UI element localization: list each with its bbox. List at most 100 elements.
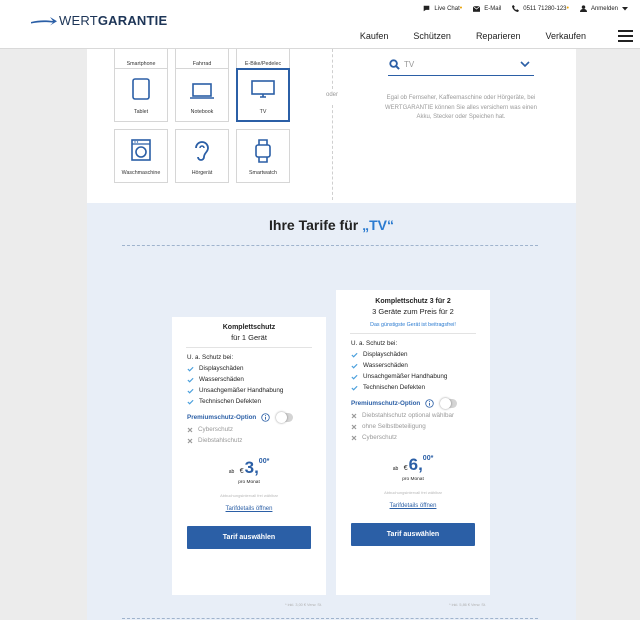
premium-label: Premiumschutz-Option [187,414,257,421]
nav-schuetzen[interactable]: Schützen [413,31,451,41]
device-card-hoergeraet[interactable]: Hörgerät [175,129,229,183]
select-tariff-button[interactable]: Tarif auswählen [187,526,311,549]
check-icon [351,385,358,391]
device-label: Smartphone [126,61,156,67]
check-icon [187,377,194,383]
cross-icon [351,424,357,429]
chat-icon [424,5,430,12]
search-hint: Egal ob Fernseher, Kaffeemaschine oder H… [385,95,537,120]
extra-item: Cyberschutz [351,434,490,441]
main-nav: Kaufen Schützen Reparieren Verkaufen [335,31,586,41]
extra-item: Diebstahlschutz optional wählbar [351,412,490,419]
device-card-notebook[interactable]: Notebook [175,68,229,122]
premium-toggle[interactable] [276,412,294,423]
tariff-subtitle: 3 Geräte zum Preis für 2 [372,307,454,316]
cross-icon [351,413,357,418]
footnote: * inkl. 5,86 € Verw. St. [449,603,486,607]
premium-toggle[interactable] [440,398,458,409]
device-label: Waschmaschine [121,170,161,176]
device-search-field[interactable] [388,55,534,76]
divider [186,347,312,348]
cross-icon [351,435,357,440]
tariff-card-komplettschutz: Komplettschutz für 1 Gerät U. a. Schutz … [172,317,326,607]
mail-icon [473,5,481,12]
device-label: E-Bike/Pedelec [244,61,282,67]
device-card-tv[interactable]: TV [236,68,290,122]
wertgarantie-logo[interactable]: WERTGARANTIE [31,13,167,28]
or-separator: oder [320,92,344,98]
device-card-smartwatch[interactable]: Smartwatch [236,129,290,183]
section-divider-bottom [122,618,538,619]
tv-icon [251,80,275,98]
scope-label: U. a. Schutz bei: [351,340,398,347]
info-icon[interactable] [425,399,434,408]
device-label: Tablet [133,109,149,115]
device-label: Hörgerät [191,170,213,176]
footnote: * inkl. 3,00 € Verw. St. [285,603,322,607]
tariff-title: Komplettschutz [222,324,276,331]
divider-top [332,49,333,89]
login-menu[interactable]: Anmelden [579,5,632,12]
feature-item: Technischen Defekten [351,384,490,391]
select-tariff-button[interactable]: Tarif auswählen [351,523,475,546]
feature-item: Wasserschäden [187,376,326,383]
hearing-aid-icon [195,141,209,161]
price: ab €6,00* [392,455,434,474]
device-label: Notebook [190,109,214,115]
tariff-details-link[interactable]: Tarifdetails öffnen [172,506,326,512]
hamburger-menu-icon[interactable] [618,30,633,45]
divider [350,333,476,334]
tablet-icon [132,78,150,100]
site-header: WERTGARANTIE Live Chat • E-Mail 0511 7128… [0,0,640,49]
nav-verkaufen[interactable]: Verkaufen [545,31,586,41]
notebook-icon [190,83,214,99]
tariff-title: Komplettschutz 3 für 2 [375,298,451,305]
smartwatch-icon [255,139,271,163]
nav-reparieren[interactable]: Reparieren [476,31,521,41]
logo-text: WERTGARANTIE [59,13,168,28]
tariff-details-link[interactable]: Tarifdetails öffnen [336,503,490,509]
feature-item: Wasserschäden [351,362,490,369]
user-icon [579,5,587,12]
live-chat-link[interactable]: Live Chat • [423,5,462,12]
feature-item: Unsachgemäßer Handhabung [187,387,326,394]
tariffs-title: Ihre Tarife für „TV“ [269,217,394,233]
feature-item: Unsachgemäßer Handhabung [351,373,490,380]
billing-note: Abbuchungsintervall frei wählbar [220,493,278,498]
tariff-card-komplettschutz-3-fuer-2: Komplettschutz 3 für 2 3 Geräte zum Prei… [336,290,490,607]
tariffs-section [87,203,576,620]
feature-item: Displayschäden [351,351,490,358]
extra-item: ohne Selbstbeteiligung [351,423,490,430]
check-icon [187,366,194,372]
top-utility-bar: Live Chat • E-Mail 0511 71280-123 • Anmeld… [412,5,632,12]
device-search-input[interactable] [404,60,514,69]
check-icon [351,352,358,358]
feature-item: Technischen Defekten [187,398,326,405]
check-icon [187,399,194,405]
extra-item: Diebstahlschutz [187,437,326,444]
billing-note: Abbuchungsintervall frei wählbar [384,490,442,495]
premium-option: Premiumschutz-Option [187,412,326,423]
device-card-waschmaschine[interactable]: Waschmaschine [114,129,168,183]
premium-label: Premiumschutz-Option [351,400,421,407]
check-icon [351,363,358,369]
device-card-tablet[interactable]: Tablet [114,68,168,122]
phone-icon [512,5,520,12]
feature-item: Displayschäden [187,365,326,372]
premium-option: Premiumschutz-Option [351,398,490,409]
extra-item: Cyberschutz [187,426,326,433]
section-divider [122,245,538,246]
chevron-down-icon [622,6,628,10]
phone-link[interactable]: 0511 71280-123 • [512,5,569,12]
device-label: Fahrrad [192,61,212,67]
logo-arrow-icon [31,16,57,25]
device-label: Smartwatch [249,170,277,176]
chevron-down-icon[interactable] [520,61,530,67]
nav-kaufen[interactable]: Kaufen [360,31,389,41]
scope-label: U. a. Schutz bei: [187,354,234,361]
email-link[interactable]: E-Mail [473,5,501,12]
tariff-subtitle: für 1 Gerät [231,333,267,342]
washing-machine-icon [131,139,151,161]
search-icon [389,59,400,70]
info-icon[interactable] [261,413,270,422]
